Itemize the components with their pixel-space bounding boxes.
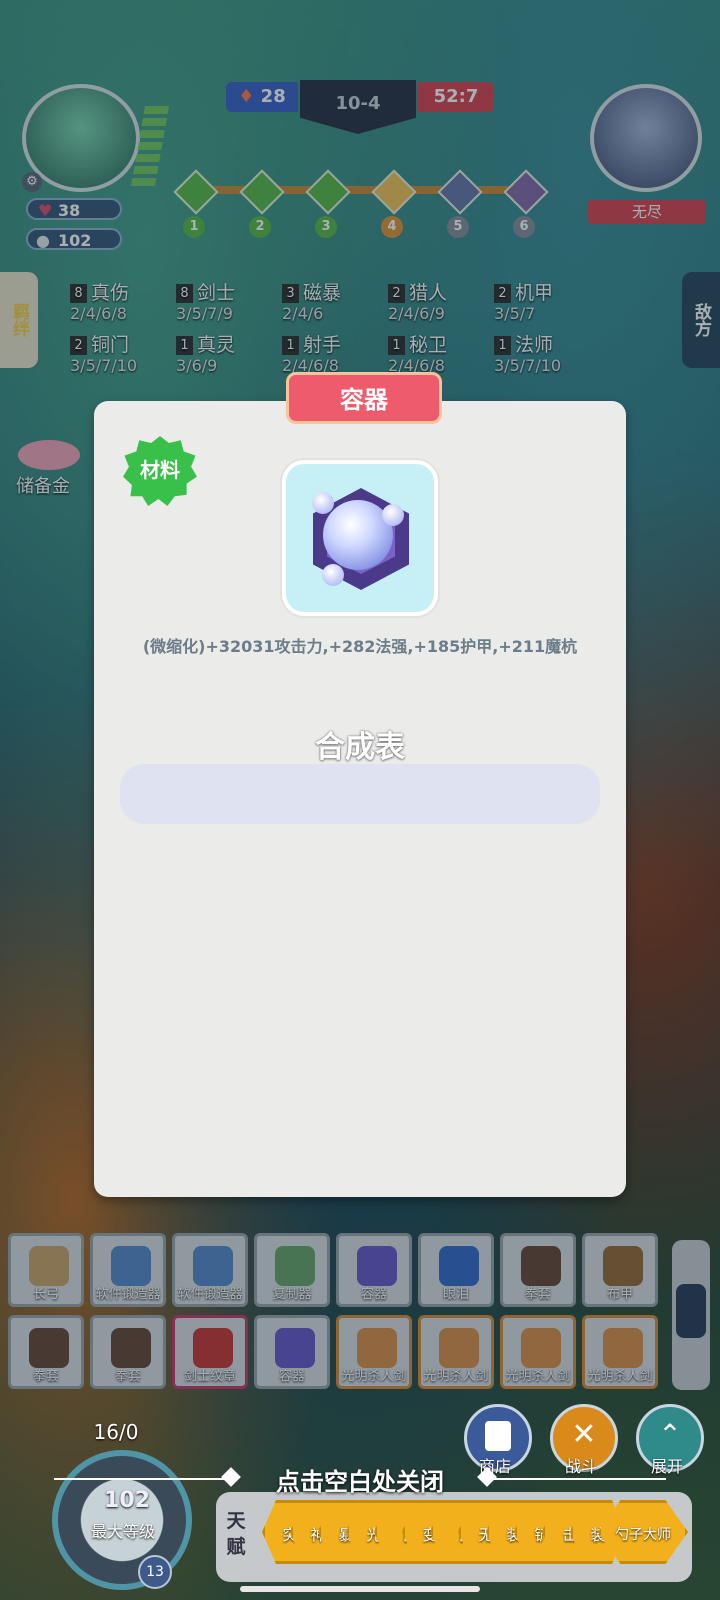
home-indicator[interactable]	[240, 1586, 480, 1592]
level-badge: 13	[138, 1555, 172, 1589]
max-level-label: 最大等级	[90, 1522, 155, 1541]
orb-small	[382, 504, 404, 526]
modal-title: 容器	[286, 372, 442, 424]
card-icon	[485, 1421, 511, 1451]
level-count: 16/0	[93, 1420, 139, 1444]
talent-label: 天赋	[226, 1510, 246, 1558]
item-description: (微缩化)+32031攻击力,+282法强,+185护甲,+211魔杭	[142, 637, 578, 656]
close-hint: 点击空白处关闭	[276, 1468, 444, 1496]
recipe-title: 合成表	[315, 730, 405, 765]
orb-small	[312, 492, 334, 514]
item-image-frame	[282, 460, 438, 616]
orb-small	[322, 564, 344, 586]
recipe-list	[120, 764, 600, 824]
